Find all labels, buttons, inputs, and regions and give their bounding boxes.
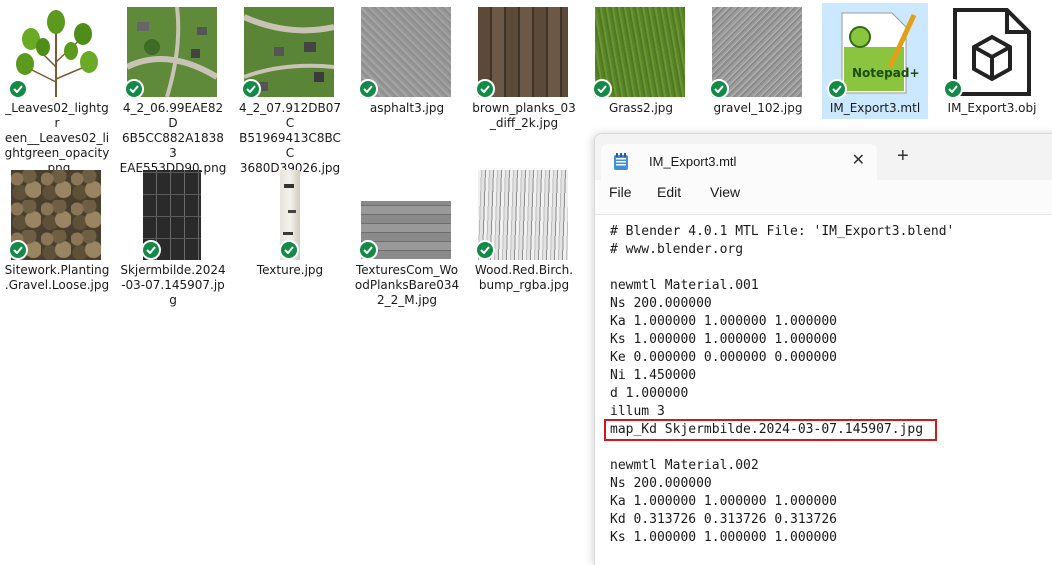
menu-edit[interactable]: Edit [657,184,681,200]
file-name: TexturesCom_Wo odPlanksBare034 2_2_M.jpg [354,263,460,307]
code-line: Ns 200.000000 [610,296,712,311]
code-line: Kd 0.313726 0.313726 0.313726 [610,512,837,527]
file-name: Texture.jpg [256,263,324,277]
sync-status-icon [943,79,963,99]
file-tile[interactable]: _Leaves02_lightgr een__Leaves02_li ghtgr… [3,3,111,175]
highlight-annotation-box [604,419,937,441]
code-line: # Blender 4.0.1 MTL File: 'IM_Export3.bl… [610,224,955,239]
file-tile[interactable]: TexturesCom_Wo odPlanksBare034 2_2_M.jpg [353,166,461,316]
menu-file[interactable]: File [609,184,632,200]
sync-status-icon [475,240,495,260]
file-tile[interactable]: Texture.jpg [236,166,344,286]
sync-status-icon [358,79,378,99]
file-tile[interactable]: 4_2_06.99EAE82D 6B5CC882A18383 EAE553DD9… [119,3,227,175]
svg-text:Notepad++: Notepad++ [852,66,920,80]
notepad-titlebar[interactable]: IM_Export3.mtl ✕ + [595,134,1052,180]
file-tile[interactable]: Skjermbilde.2024 -03-07.145907.jp g [119,166,227,311]
file-name: asphalt3.jpg [369,101,445,115]
code-line: newmtl Material.001 [610,278,759,293]
notepad-window[interactable]: IM_Export3.mtl ✕ + File Edit View # Blen… [594,133,1052,565]
sync-status-icon [8,240,28,260]
sync-status-icon [709,79,729,99]
code-line: Ni 1.450000 [610,368,697,383]
menu-bar: File Edit View [595,180,1052,210]
file-name: IM_Export3.mtl [829,101,921,115]
sync-status-icon [141,240,161,260]
file-tile[interactable]: Wood.Red.Birch. bump_rgba.jpg [470,166,578,296]
sync-status-icon [358,240,378,260]
sync-status-icon [124,79,144,99]
file-name: Sitework.Planting .Gravel.Loose.jpg [4,263,110,292]
code-line: d 1.000000 [610,386,689,401]
file-tile[interactable]: 4_2_07.912DB07C B51969413C8BCC 3680D3902… [236,3,344,175]
notepad-icon [613,153,629,176]
file-name: brown_planks_03 _diff_2k.jpg [472,101,576,130]
file-name: Wood.Red.Birch. bump_rgba.jpg [474,263,574,292]
3d-object-file-icon [952,7,1032,97]
tab-im-export3-mtl[interactable]: IM_Export3.mtl ✕ [601,144,877,180]
text-editor[interactable]: # Blender 4.0.1 MTL File: 'IM_Export3.bl… [595,214,1052,565]
sync-status-icon [475,79,495,99]
file-name: gravel_102.jpg [713,101,803,115]
file-name: 4_2_06.99EAE82D 6B5CC882A18383 EAE553DD9… [119,101,227,175]
file-tile[interactable]: brown_planks_03 _diff_2k.jpg [470,3,578,143]
new-tab-button[interactable]: + [897,146,909,166]
sync-status-icon [279,240,299,260]
sync-status-icon [827,79,847,99]
file-tile-selected[interactable]: Notepad++ IM_Export3.mtl [822,3,928,119]
code-line: Ka 1.000000 1.000000 1.000000 [610,314,837,329]
file-tile[interactable]: gravel_102.jpg [704,3,812,123]
file-name: Skjermbilde.2024 -03-07.145907.jp g [120,263,226,307]
file-name: IM_Export3.obj [947,101,1037,115]
file-tile[interactable]: Sitework.Planting .Gravel.Loose.jpg [3,166,111,296]
sync-status-icon [592,79,612,99]
code-line: newmtl Material.002 [610,458,759,473]
tab-title: IM_Export3.mtl [649,154,737,169]
close-tab-icon[interactable]: ✕ [852,150,865,170]
code-line: Ns 200.000000 [610,476,712,491]
code-line: # www.blender.org [610,242,744,257]
file-tile[interactable]: Grass2.jpg [587,3,695,123]
menu-view[interactable]: View [710,184,740,200]
file-tile[interactable]: asphalt3.jpg [353,3,461,123]
file-name: _Leaves02_lightgr een__Leaves02_li ghtgr… [4,101,110,175]
file-name: Grass2.jpg [608,101,674,115]
file-name: 4_2_07.912DB07C B51969413C8BCC 3680D3902… [239,101,341,175]
code-line: Ka 1.000000 1.000000 1.000000 [610,494,837,509]
file-tile[interactable]: IM_Export3.obj [938,3,1046,123]
code-line: Ks 1.000000 1.000000 1.000000 [610,530,837,545]
code-line: Ke 0.000000 0.000000 0.000000 [610,350,837,365]
code-line: Ks 1.000000 1.000000 1.000000 [610,332,837,347]
sync-status-icon [241,79,261,99]
sync-status-icon [8,79,28,99]
